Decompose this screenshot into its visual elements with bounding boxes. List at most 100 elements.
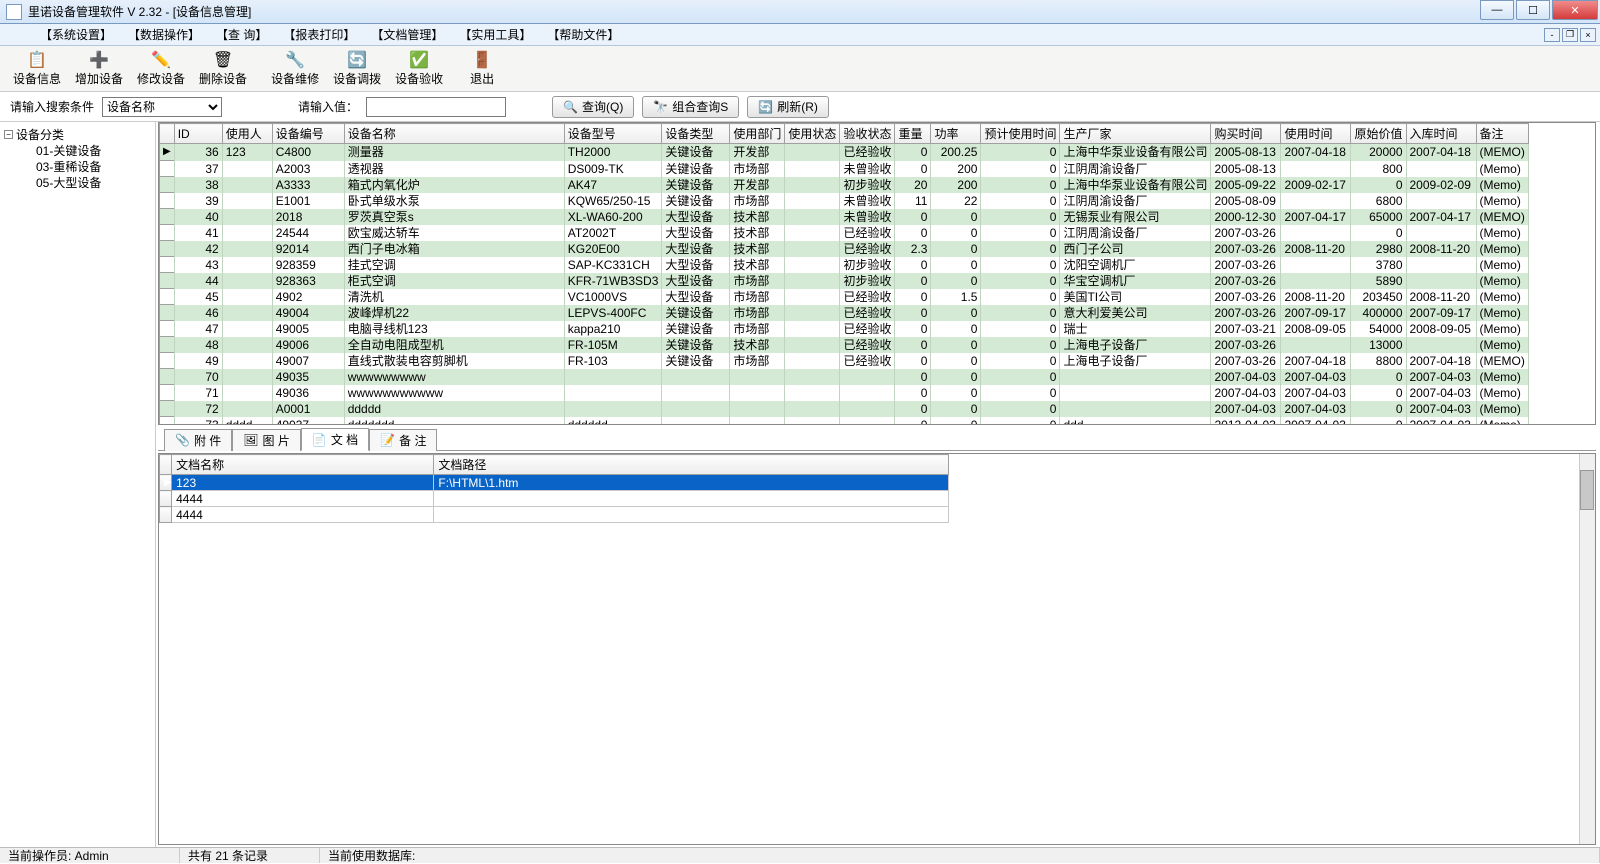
tool-9[interactable]: 🚪退出 [460,48,504,90]
tab-icon: 📝 [380,433,395,447]
lower-col-0[interactable]: 文档名称 [172,455,434,475]
tool-label: 退出 [470,70,494,87]
tree-root[interactable]: − 设备分类 [4,126,151,143]
close-button[interactable]: ✕ [1552,0,1598,20]
menu-item-1[interactable]: 【数据操作】 [122,24,206,45]
search-input[interactable] [366,97,506,117]
tree-item-2[interactable]: 05-大型设备 [4,175,151,191]
combine-query-button[interactable]: 🔭组合查询S [642,96,739,118]
tool-label: 删除设备 [199,70,247,87]
tab-icon: 📎 [175,433,190,447]
table-row[interactable]: 4949007直线式散装电容剪脚机FR-103关键设备市场部已经验收000上海电… [160,353,1529,369]
refresh-icon: 🔄 [758,100,773,114]
tool-label: 设备调拨 [333,70,381,87]
search-bar: 请输入搜索条件 设备名称 请输入值： 🔍查询(Q) 🔭组合查询S 🔄刷新(R) [0,92,1600,122]
query-button[interactable]: 🔍查询(Q) [552,96,634,118]
col-dept[interactable]: 使用部门 [730,124,785,144]
tool-icon: 🗑 [211,50,235,70]
table-row[interactable]: 43928359挂式空调SAP-KC331CH大型设备技术部初步验收000沈阳空… [160,257,1529,273]
tool-icon: 🔧 [283,50,307,70]
doc-row[interactable]: ▶123F:\HTML\1.htm [160,475,949,491]
col-orig[interactable]: 原始价值 [1351,124,1406,144]
table-row[interactable]: 4292014西门子电冰箱KG20E00大型设备技术部已经验收2.300西门子公… [160,241,1529,257]
mdi-close[interactable]: × [1580,28,1596,42]
detail-tabs: 📎附 件🖼图 片📄文 档📝备 注 [158,427,1596,451]
table-row[interactable]: 7149036wwwwwwwwwww0002007-04-032007-04-0… [160,385,1529,401]
menu-item-0[interactable]: 【系统设置】 [34,24,118,45]
menu-item-4[interactable]: 【文档管理】 [365,24,449,45]
menu-bar: 【系统设置】【数据操作】【查 询】【报表打印】【文档管理】【实用工具】【帮助文件… [0,24,1600,46]
col-stock[interactable]: 入库时间 [1406,124,1476,144]
status-operator: 当前操作员: Admin [0,848,180,863]
mdi-restore[interactable]: ❐ [1562,28,1578,42]
table-row[interactable]: 4749005电脑寻线机123kappa210关键设备市场部已经验收000瑞士2… [160,321,1529,337]
col-est[interactable]: 预计使用时间 [981,124,1060,144]
tool-label: 设备信息 [13,70,61,87]
table-row[interactable]: 4849006全自动电阻成型机FR-105M关键设备技术部已经验收000上海电子… [160,337,1529,353]
col-type[interactable]: 设备类型 [662,124,730,144]
table-row[interactable]: 44928363柜式空调KFR-71WB3SD3大型设备市场部初步验收000华宝… [160,273,1529,289]
table-row[interactable]: ▶36123C4800测量器TH2000关键设备开发部已经验收0200.250上… [160,144,1529,161]
table-row[interactable]: 454902清洗机VC1000VS大型设备市场部已经验收01.50美国TI公司2… [160,289,1529,305]
menu-item-5[interactable]: 【实用工具】 [453,24,537,45]
col-name[interactable]: 设备名称 [344,124,564,144]
maximize-button[interactable]: ☐ [1516,0,1550,20]
menu-item-2[interactable]: 【查 询】 [210,24,273,45]
tab-0[interactable]: 📎附 件 [164,429,232,451]
col-code[interactable]: 设备编号 [272,124,344,144]
col-pw[interactable]: 功率 [931,124,981,144]
category-tree: − 设备分类 01-关键设备03-重稀设备05-大型设备 [0,122,156,847]
col-id[interactable]: ID [174,124,222,144]
document-grid[interactable]: 文档名称文档路径▶123F:\HTML\1.htm44444444 [158,453,1596,845]
col-astat[interactable]: 验收状态 [840,124,895,144]
refresh-button[interactable]: 🔄刷新(R) [747,96,829,118]
tool-label: 修改设备 [137,70,185,87]
tool-6[interactable]: 🔄设备调拨 [326,48,388,90]
table-row[interactable]: 39E1001卧式单级水泵KQW65/250-15关键设备市场部未曾验收1122… [160,193,1529,209]
col-ustat[interactable]: 使用状态 [785,124,840,144]
table-row[interactable]: 73dddd49037ddddddddddddd000ddd2012-04-03… [160,417,1529,426]
tab-3[interactable]: 📝备 注 [369,429,437,451]
tool-label: 设备维修 [271,70,319,87]
tool-label: 增加设备 [75,70,123,87]
tab-1[interactable]: 🖼图 片 [232,429,301,451]
tab-2[interactable]: 📄文 档 [301,428,369,451]
col-wt[interactable]: 重量 [895,124,931,144]
col-use[interactable]: 使用时间 [1281,124,1351,144]
tool-icon: ✏️ [149,50,173,70]
col-user[interactable]: 使用人 [222,124,272,144]
doc-row[interactable]: 4444 [160,491,949,507]
col-mfr[interactable]: 生产厂家 [1060,124,1211,144]
tool-7[interactable]: ✅设备验收 [388,48,450,90]
table-row[interactable]: 4124544欧宝威达轿车AT2002T大型设备技术部已经验收000江阴周渝设备… [160,225,1529,241]
tool-icon: 🔄 [345,50,369,70]
minimize-button[interactable]: — [1480,0,1514,20]
col-memo[interactable]: 备注 [1476,124,1528,144]
equipment-grid[interactable]: ID使用人设备编号设备名称设备型号设备类型使用部门使用状态验收状态重量功率预计使… [158,122,1596,425]
table-row[interactable]: 4649004波峰焊机22LEPVS-400FC关键设备市场部已经验收000意大… [160,305,1529,321]
tool-5[interactable]: 🔧设备维修 [264,48,326,90]
collapse-icon[interactable]: − [4,130,13,139]
col-model[interactable]: 设备型号 [564,124,662,144]
table-row[interactable]: 7049035wwwwwwwww0002007-04-032007-04-030… [160,369,1529,385]
tool-3[interactable]: 🗑删除设备 [192,48,254,90]
menu-item-6[interactable]: 【帮助文件】 [541,24,625,45]
doc-row[interactable]: 4444 [160,507,949,523]
menu-item-3[interactable]: 【报表打印】 [277,24,361,45]
title-bar: 里诺设备管理软件 V 2.32 - [设备信息管理] — ☐ ✕ [0,0,1600,24]
scrollbar[interactable] [1579,454,1595,844]
tool-0[interactable]: 📋设备信息 [6,48,68,90]
table-row[interactable]: 402018罗茨真空泵sXL-WA60-200大型设备技术部未曾验收000无锡泵… [160,209,1529,225]
tool-2[interactable]: ✏️修改设备 [130,48,192,90]
tool-1[interactable]: ➕增加设备 [68,48,130,90]
mdi-minimize[interactable]: - [1544,28,1560,42]
tree-item-1[interactable]: 03-重稀设备 [4,159,151,175]
table-row[interactable]: 38A3333箱式内氧化炉AK47关键设备开发部初步验收202000上海中华泵业… [160,177,1529,193]
search-field-select[interactable]: 设备名称 [102,97,222,117]
tree-item-0[interactable]: 01-关键设备 [4,143,151,159]
col-buy[interactable]: 购买时间 [1211,124,1281,144]
window-title: 里诺设备管理软件 V 2.32 - [设备信息管理] [28,3,1480,20]
table-row[interactable]: 37A2003透视器DS009-TK关键设备市场部未曾验收02000江阴周渝设备… [160,161,1529,177]
table-row[interactable]: 72A0001ddddd0002007-04-032007-04-0302007… [160,401,1529,417]
lower-col-1[interactable]: 文档路径 [434,455,949,475]
